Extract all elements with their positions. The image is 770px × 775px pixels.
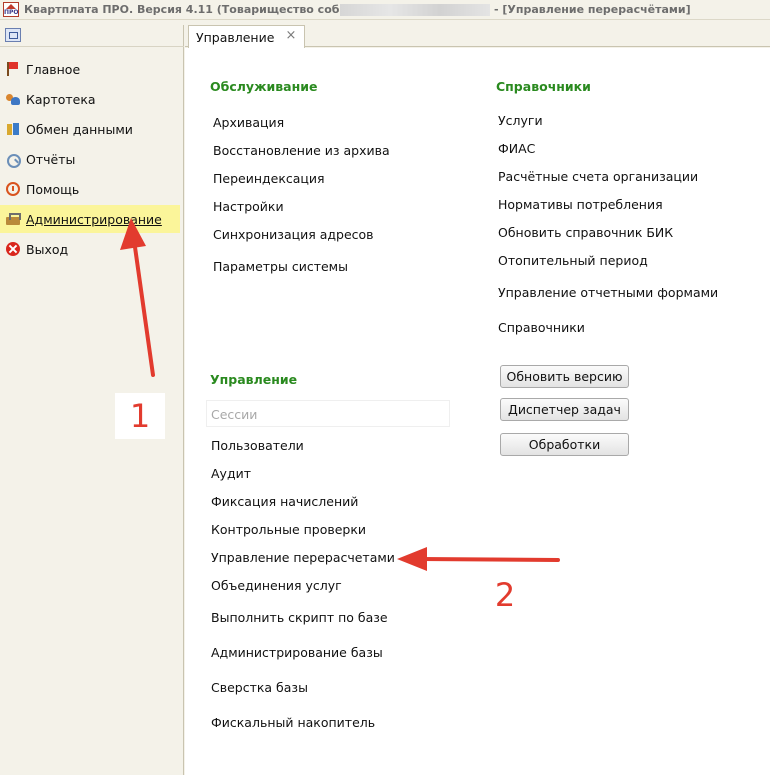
admin-icon bbox=[6, 212, 21, 226]
main-panel: Обслуживание Архивация Восстановление из… bbox=[185, 48, 770, 775]
sidebar-item-data-exchange[interactable]: Обмен данными bbox=[0, 115, 180, 143]
sidebar-item-help[interactable]: Помощь bbox=[0, 175, 180, 203]
sidebar-item-exit[interactable]: Выход bbox=[0, 235, 180, 263]
directories-section-title: Справочники bbox=[496, 79, 591, 94]
link-consumption-norms[interactable]: Нормативы потребления bbox=[498, 197, 663, 212]
link-reindex[interactable]: Переиндексация bbox=[213, 171, 325, 186]
link-bank-accounts[interactable]: Расчётные счета организации bbox=[498, 169, 698, 184]
link-services[interactable]: Услуги bbox=[498, 113, 543, 128]
app-logo-text: ПРО bbox=[4, 9, 19, 16]
sidebar-item-main[interactable]: Главное bbox=[0, 55, 180, 83]
exchange-icon bbox=[6, 122, 20, 136]
sidebar-item-label: Картотека bbox=[26, 91, 96, 107]
link-fias[interactable]: ФИАС bbox=[498, 141, 535, 156]
link-db-administration[interactable]: Администрирование базы bbox=[211, 645, 383, 660]
sidebar-item-label: Отчёты bbox=[26, 151, 76, 167]
annotation-number-1: 1 bbox=[115, 393, 165, 439]
link-system-parameters[interactable]: Параметры системы bbox=[213, 259, 348, 274]
sidebar-item-label: Главное bbox=[26, 61, 81, 77]
link-run-script[interactable]: Выполнить скрипт по базе bbox=[211, 610, 388, 625]
link-control-checks[interactable]: Контрольные проверки bbox=[211, 522, 366, 537]
link-db-compact[interactable]: Сверстка базы bbox=[211, 680, 308, 695]
tab-management[interactable]: Управление × bbox=[188, 25, 305, 48]
sidebar-item-label: Помощь bbox=[26, 181, 80, 197]
link-restore-archive[interactable]: Восстановление из архива bbox=[213, 143, 390, 158]
title-bar: ПРО Квартплата ПРО. Версия 4.11 (Товарищ… bbox=[0, 0, 770, 20]
sidebar-item-administration[interactable]: Администрирование bbox=[0, 205, 180, 233]
link-address-sync[interactable]: Синхронизация адресов bbox=[213, 227, 374, 242]
sidebar-item-label: Администрирование bbox=[26, 211, 162, 227]
report-icon bbox=[6, 152, 21, 168]
management-section-title: Управление bbox=[210, 372, 298, 387]
sidebar-item-reports[interactable]: Отчёты bbox=[0, 145, 180, 173]
link-fiscal-storage[interactable]: Фискальный накопитель bbox=[211, 715, 375, 730]
link-archive[interactable]: Архивация bbox=[213, 115, 284, 130]
annotation-number-2: 2 bbox=[480, 572, 530, 618]
link-settings[interactable]: Настройки bbox=[213, 199, 284, 214]
link-audit[interactable]: Аудит bbox=[211, 466, 251, 481]
close-icon[interactable]: × bbox=[285, 29, 297, 43]
tab-label: Управление bbox=[196, 29, 275, 45]
sidebar-item-card-index[interactable]: Картотека bbox=[0, 85, 180, 113]
link-recalculation-management[interactable]: Управление перерасчетами bbox=[211, 550, 395, 565]
link-report-forms[interactable]: Управление отчетными формами bbox=[498, 285, 718, 300]
app-logo-icon: ПРО bbox=[3, 2, 19, 17]
window-title-suffix: - [Управление перерасчётами] bbox=[494, 3, 691, 16]
people-icon bbox=[6, 92, 20, 106]
flag-icon bbox=[6, 62, 20, 76]
redacted-title-part bbox=[340, 4, 490, 16]
link-service-merge[interactable]: Объединения услуг bbox=[211, 578, 342, 593]
maintenance-section-title: Обслуживание bbox=[210, 79, 318, 94]
sidebar-item-label: Выход bbox=[26, 241, 69, 257]
help-icon bbox=[6, 182, 20, 196]
link-directories[interactable]: Справочники bbox=[498, 320, 585, 335]
link-users[interactable]: Пользователи bbox=[211, 438, 304, 453]
processing-button[interactable]: Обработки bbox=[500, 433, 629, 456]
panel-toggle-icon[interactable] bbox=[5, 28, 21, 42]
link-heating-period[interactable]: Отопительный период bbox=[498, 253, 648, 268]
link-sessions: Сессии bbox=[211, 407, 258, 422]
update-version-button[interactable]: Обновить версию bbox=[500, 365, 629, 388]
tab-strip: Управление × bbox=[185, 20, 770, 48]
sidebar-divider bbox=[0, 46, 184, 47]
link-update-bik[interactable]: Обновить справочник БИК bbox=[498, 225, 673, 240]
exit-icon bbox=[6, 242, 20, 256]
link-fix-charges[interactable]: Фиксация начислений bbox=[211, 494, 358, 509]
sidebar-item-label: Обмен данными bbox=[26, 121, 133, 137]
task-manager-button[interactable]: Диспетчер задач bbox=[500, 398, 629, 421]
